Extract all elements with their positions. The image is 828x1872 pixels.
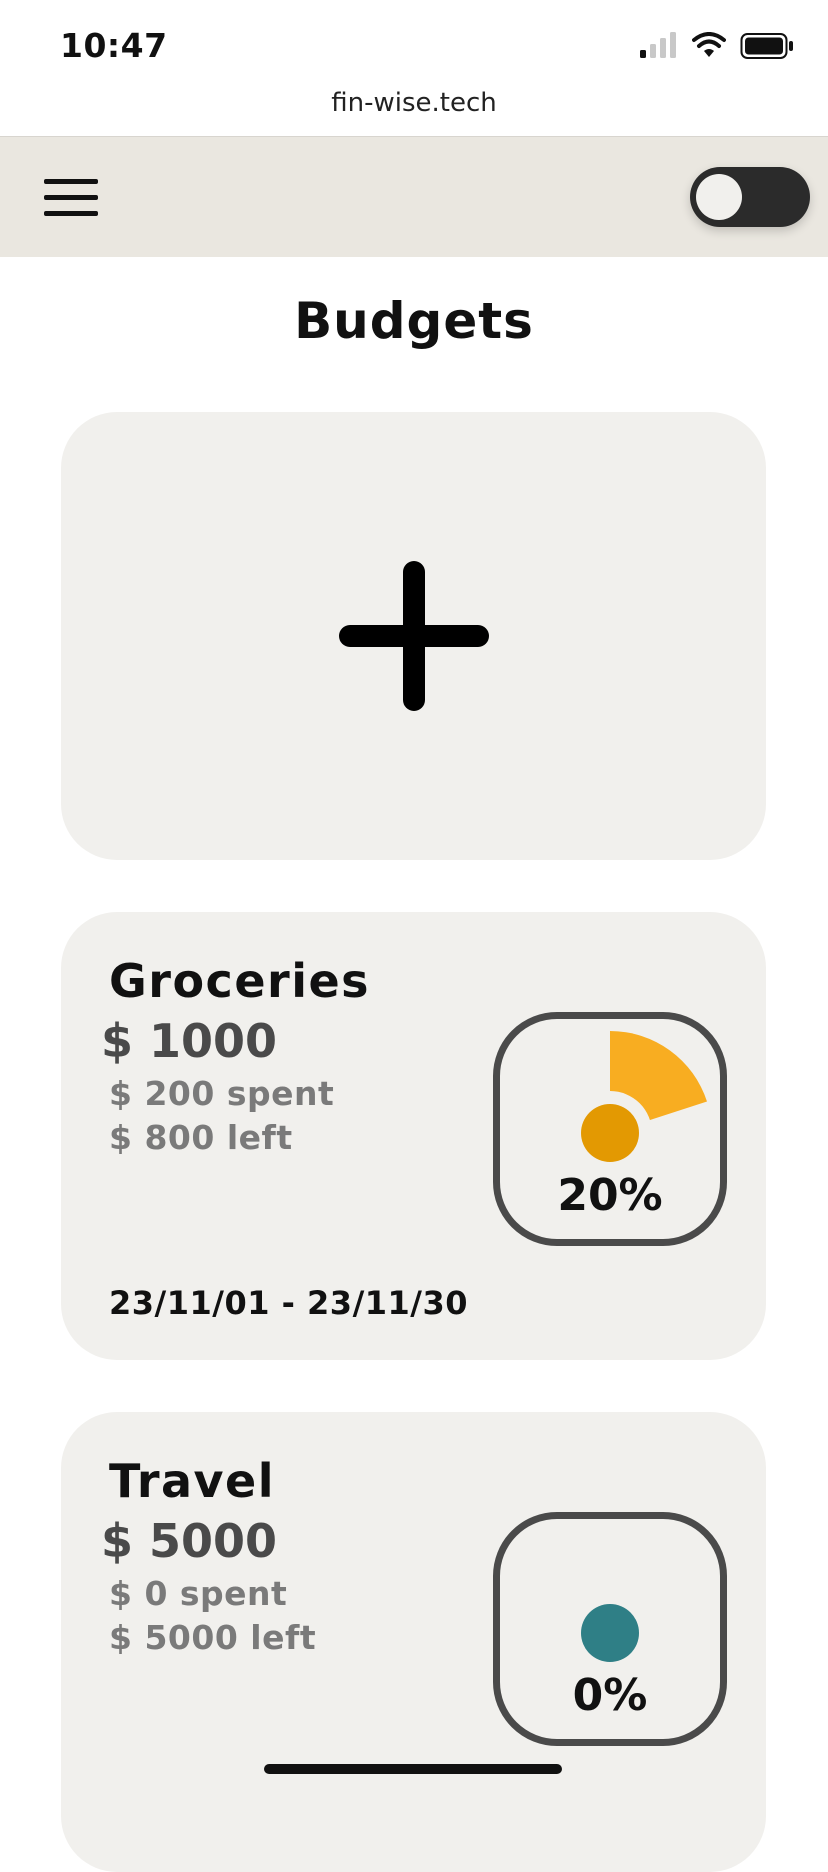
toggle-knob [696,174,742,220]
budget-spent: $ 200 spent [109,1074,335,1113]
home-indicator [264,1764,562,1774]
progress-dot [581,1104,639,1162]
status-bar: 10:47 [0,0,828,96]
wifi-icon [692,32,726,57]
budget-progress-gauge: 20% [493,1012,727,1246]
budget-spent: $ 0 spent [109,1574,288,1613]
budget-progress-gauge: 0% [493,1512,727,1746]
status-icons [638,32,794,60]
add-budget-card[interactable] [61,412,766,860]
progress-percent: 20% [557,1170,663,1221]
signal-icon [640,32,676,58]
budget-card-travel[interactable]: Travel $ 5000 $ 0 spent $ 5000 left 0% [61,1412,766,1872]
battery-icon [740,33,793,59]
budget-dates: 23/11/01 - 23/11/30 [109,1284,468,1322]
theme-toggle[interactable] [690,167,810,227]
hamburger-icon[interactable] [44,179,98,217]
status-time: 10:47 [60,26,168,65]
budget-amount: $ 5000 [101,1514,278,1568]
budget-left: $ 800 left [109,1118,293,1157]
progress-percent: 0% [572,1670,648,1721]
top-navigation-bar [0,136,828,257]
budget-name: Travel [109,1454,276,1508]
budget-left: $ 5000 left [109,1618,317,1657]
budget-amount: $ 1000 [101,1014,278,1068]
progress-dot [581,1604,639,1662]
url-bar[interactable]: fin-wise.tech [0,88,828,118]
plus-icon [338,561,489,711]
page-title: Budgets [294,292,534,350]
budget-name: Groceries [109,954,371,1008]
budget-card-groceries[interactable]: Groceries $ 1000 $ 200 spent $ 800 left … [61,912,766,1360]
